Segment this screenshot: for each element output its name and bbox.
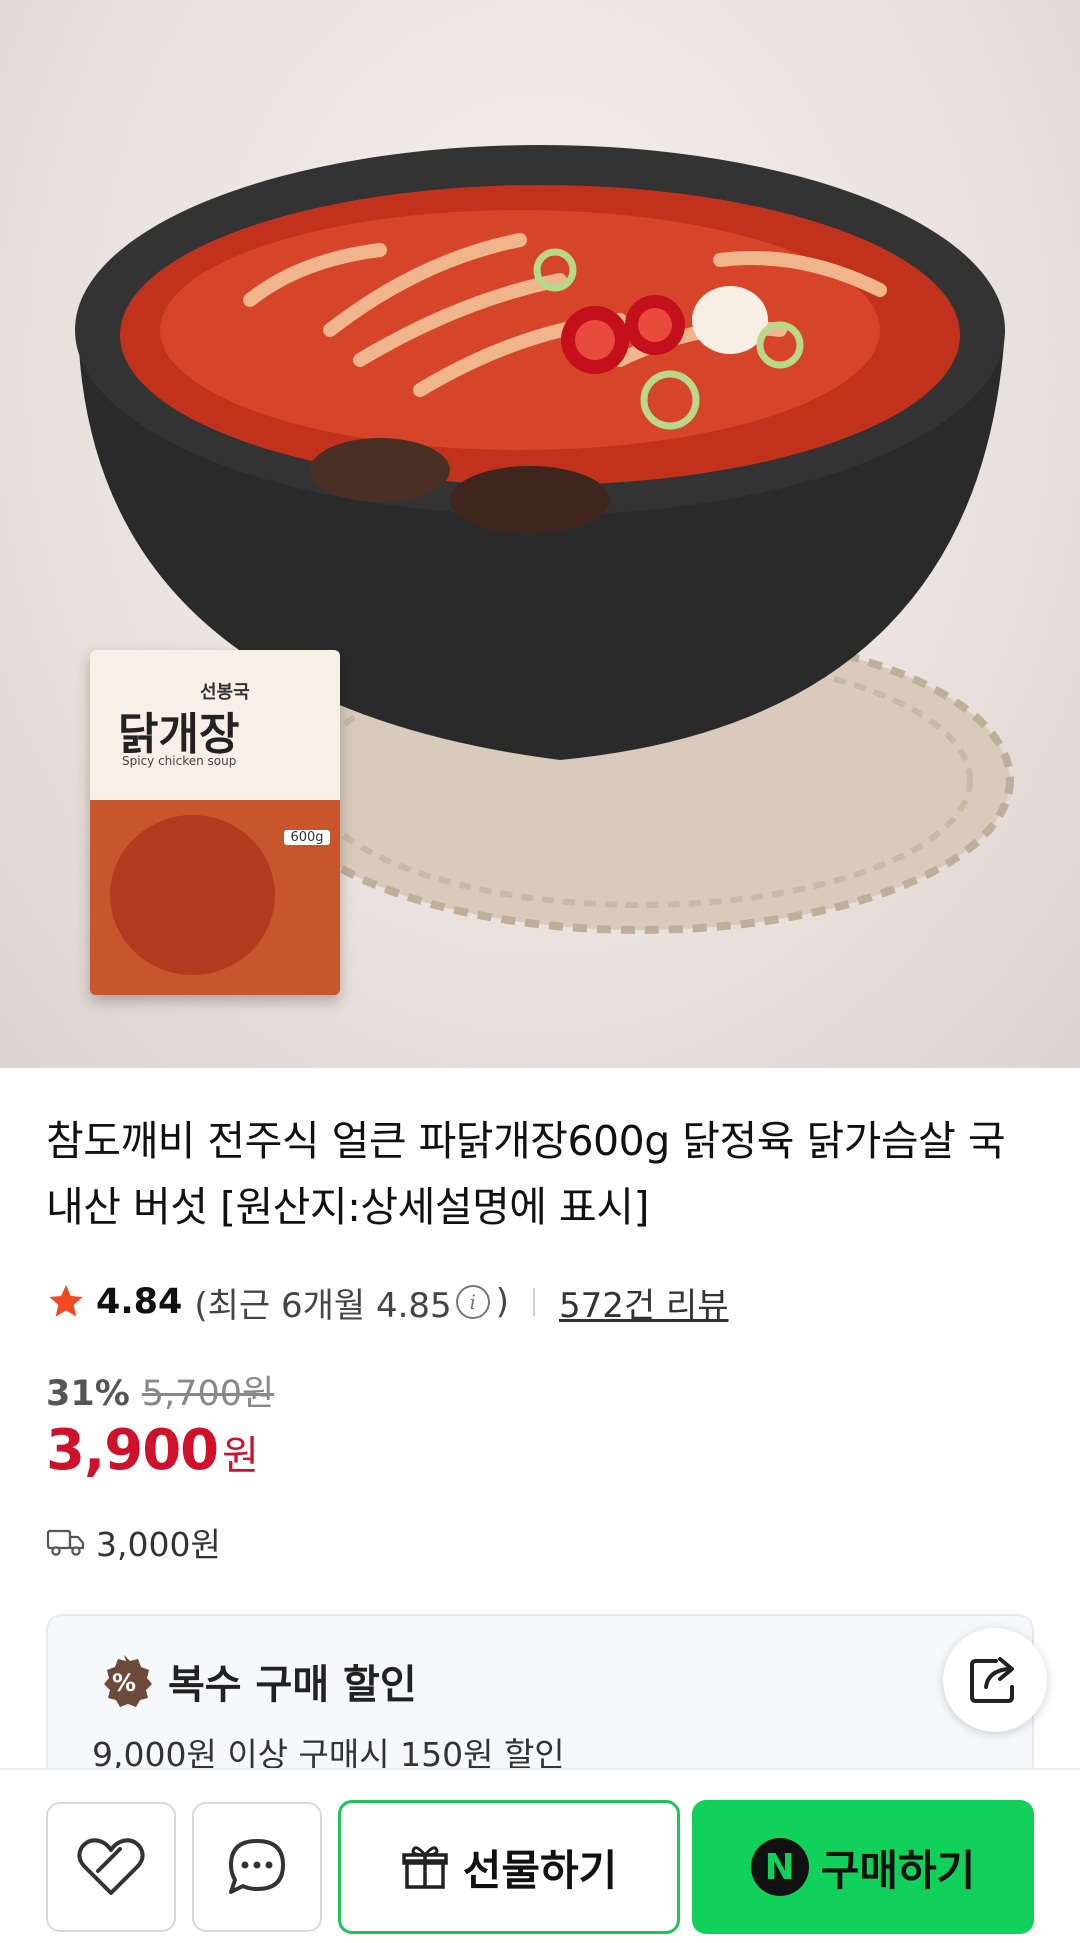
sale-price-row: 3,900 원: [46, 1418, 259, 1483]
gift-label: 선물하기: [462, 1845, 618, 1895]
product-image[interactable]: 선봉국 닭개장 Spicy chicken soup 600g: [0, 0, 1080, 1068]
bottom-action-bar: 선물하기 N 구매하기: [0, 1768, 1080, 1943]
divider: [532, 1288, 535, 1316]
shipping-fee: 3,000원: [96, 1525, 221, 1564]
heart-icon: [77, 1838, 145, 1895]
gift-icon: [401, 1846, 448, 1889]
naver-pay-icon: N: [750, 1838, 809, 1896]
price-discount-row: 31% 5,700원: [46, 1365, 274, 1416]
wishlist-button[interactable]: [46, 1802, 176, 1932]
star-icon: [49, 1285, 83, 1317]
svg-text:%: %: [112, 1669, 136, 1697]
package-weight: 600g: [284, 830, 330, 845]
sale-price: 3,900: [46, 1418, 219, 1483]
truck-icon: [46, 1529, 85, 1556]
review-count-link[interactable]: 572건 리뷰: [559, 1278, 729, 1327]
share-button[interactable]: [943, 1628, 1047, 1732]
card-header: % 복수 구매 할인: [96, 1652, 417, 1710]
package-english: Spicy chicken soup: [122, 754, 237, 768]
buy-button[interactable]: N 구매하기: [692, 1800, 1034, 1934]
rating-score: 4.84: [96, 1282, 183, 1322]
gift-button[interactable]: 선물하기: [338, 1800, 680, 1934]
percent-badge-icon: %: [104, 1655, 152, 1707]
shipping-row: 3,000원: [46, 1518, 221, 1566]
package-name: 닭개장: [118, 709, 240, 760]
currency-unit: 원: [222, 1433, 259, 1479]
chat-bubble-icon: [229, 1839, 285, 1894]
share-icon: [970, 1657, 1014, 1703]
original-price: 5,700원: [141, 1374, 275, 1414]
recent-rating-text: (최근 6개월 4.85: [194, 1285, 452, 1326]
card-title: 복수 구매 할인: [168, 1662, 417, 1708]
product-title: 참도깨비 전주식 얼큰 파닭개장600g 닭정육 닭가슴살 국내산 버섯 [원산…: [46, 1117, 1006, 1231]
package-image: 선봉국 닭개장 Spicy chicken soup 600g: [90, 650, 340, 995]
chat-button[interactable]: [192, 1802, 322, 1932]
rating-row: 4.84 (최근 6개월 4.85 i ) 572건 리뷰: [46, 1278, 729, 1326]
buy-label: 구매하기: [820, 1845, 976, 1895]
recent-rating: (최근 6개월 4.85 i ): [194, 1278, 509, 1327]
recent-rating-close: ): [495, 1282, 509, 1322]
discount-rate: 31%: [46, 1374, 130, 1414]
info-icon[interactable]: i: [455, 1285, 490, 1319]
